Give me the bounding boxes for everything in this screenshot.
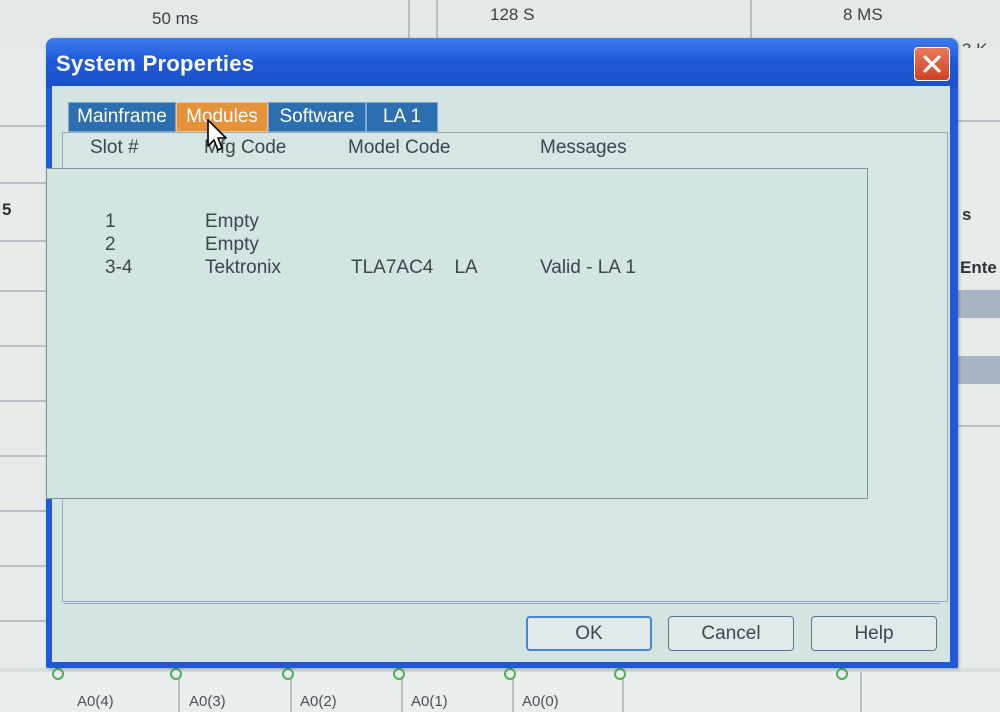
- cancel-button[interactable]: Cancel: [668, 616, 794, 651]
- bg-divider: [0, 620, 50, 622]
- bg-divider: [0, 290, 50, 292]
- bg-divider: [958, 425, 1000, 427]
- bg-signal-marker: [393, 668, 405, 680]
- tab-mainframe[interactable]: Mainframe: [68, 102, 176, 132]
- bg-signal-marker: [282, 668, 294, 680]
- bg-divider: [0, 345, 50, 347]
- bg-signal-marker: [170, 668, 182, 680]
- close-button[interactable]: [914, 47, 950, 81]
- bg-divider: [750, 0, 752, 40]
- bg-channel-label: A0(1): [411, 693, 448, 710]
- button-separator: [64, 603, 940, 604]
- bg-sample-value: 128 S: [490, 5, 535, 24]
- bg-channel-label: A0(3): [189, 693, 226, 710]
- mfg-cell: Empty: [205, 234, 259, 255]
- bg-left-marker: 5: [2, 200, 12, 219]
- bg-band: [958, 356, 1000, 384]
- module-row[interactable]: 2 Empty: [93, 234, 913, 257]
- tab-la1[interactable]: LA 1: [366, 102, 438, 132]
- bg-divider: [0, 182, 50, 184]
- tab-software[interactable]: Software: [268, 102, 366, 132]
- bg-band: [958, 290, 1000, 318]
- module-row[interactable]: 3-4 Tektronix TLA7AC4 LA Valid - LA 1: [93, 257, 913, 280]
- bg-divider: [436, 0, 438, 40]
- close-x-icon: [923, 55, 941, 73]
- bg-right-label: s: [962, 205, 972, 224]
- dialog-title: System Properties: [56, 51, 255, 76]
- column-header-slot: Slot #: [90, 137, 139, 158]
- module-row[interactable]: 1 Empty: [93, 211, 913, 234]
- bg-divider: [0, 400, 50, 402]
- ok-button[interactable]: OK: [526, 616, 652, 651]
- slot-cell: 2: [105, 234, 116, 255]
- bg-signal-marker: [614, 668, 626, 680]
- bg-divider: [958, 120, 1000, 122]
- bg-divider: [0, 125, 50, 127]
- bg-right-label: Ente: [960, 258, 997, 277]
- bg-time-value: 50 ms: [152, 9, 199, 28]
- bg-divider: [860, 672, 862, 712]
- background-bottom-strip: [0, 672, 1000, 712]
- message-cell: Valid - LA 1: [540, 257, 636, 278]
- model-cell: TLA7AC4 LA: [351, 257, 478, 278]
- background-left-panel: [0, 48, 50, 668]
- bg-signal-marker: [52, 668, 64, 680]
- bg-divider: [0, 510, 50, 512]
- help-button[interactable]: Help: [811, 616, 937, 651]
- bg-divider: [408, 0, 410, 40]
- bg-rate-value: 8 MS: [843, 5, 883, 24]
- slot-cell: 3-4: [105, 257, 133, 278]
- bg-signal-marker: [504, 668, 516, 680]
- column-header-model-code: Model Code: [348, 137, 451, 158]
- bg-divider: [0, 240, 50, 242]
- slot-cell: 1: [105, 211, 116, 232]
- mfg-cell: Tektronix: [205, 257, 282, 278]
- bg-divider: [0, 565, 50, 567]
- bg-channel-label: A0(0): [522, 693, 559, 710]
- dialog-titlebar[interactable]: System Properties: [46, 38, 958, 88]
- column-header-messages: Messages: [540, 137, 627, 158]
- bg-channel-label: A0(4): [77, 693, 114, 710]
- mfg-cell: Empty: [205, 211, 259, 232]
- mouse-pointer-icon: [207, 119, 227, 151]
- bg-signal-marker: [836, 668, 848, 680]
- bg-divider: [0, 455, 50, 457]
- bg-channel-label: A0(2): [300, 693, 337, 710]
